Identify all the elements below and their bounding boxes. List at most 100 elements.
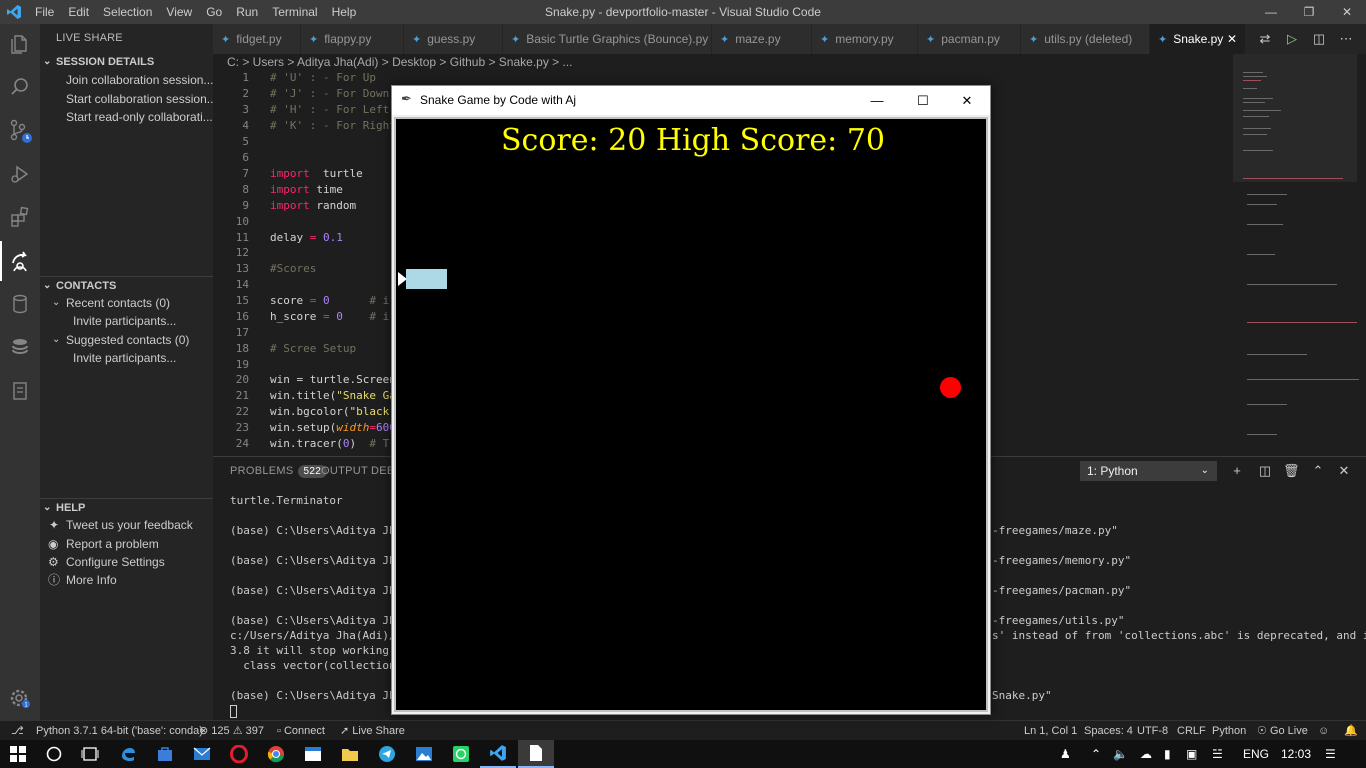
split-editor-icon[interactable]: ◫ (1306, 24, 1332, 54)
mail-icon[interactable] (184, 740, 220, 768)
tab-pacman[interactable]: ✦ pacman.py (918, 24, 1021, 54)
split-terminal-icon[interactable]: ◫ (1257, 463, 1273, 479)
whatsapp-icon[interactable] (443, 740, 479, 768)
invite-participants-suggested[interactable]: Invite participants... (40, 349, 213, 367)
start-session-item[interactable]: Start collaboration session... (40, 90, 213, 108)
volume-icon[interactable]: 🔈 (1113, 740, 1128, 768)
remote-icon[interactable]: ⎇ (11, 721, 24, 741)
python-interpreter[interactable]: Python 3.7.1 64-bit ('base': conda) (36, 721, 203, 741)
extensions-icon[interactable] (0, 197, 40, 237)
minimize-button[interactable]: — (1252, 0, 1290, 24)
snake-close-button[interactable]: ✕ (944, 86, 990, 115)
cursor-position[interactable]: Ln 1, Col 1 (1024, 721, 1077, 741)
action-center-icon[interactable]: ☰ (1325, 740, 1336, 768)
network-icon[interactable]: ☁ (1140, 740, 1152, 768)
tab-maze[interactable]: ✦ maze.py (712, 24, 812, 54)
edge-browser-icon[interactable] (110, 740, 146, 768)
store-icon[interactable] (147, 740, 183, 768)
chrome-icon[interactable] (258, 740, 294, 768)
battery-icon[interactable]: ▮ (1164, 740, 1171, 768)
manage-gear-icon[interactable]: 1 (0, 678, 40, 718)
menu-file[interactable]: File (28, 0, 61, 24)
problems-status[interactable]: ⊗ 125 ⚠ 397 (199, 721, 264, 741)
wifi-icon[interactable]: ☱ (1212, 740, 1223, 768)
tab-problems[interactable]: PROBLEMS 522 (230, 465, 328, 478)
contacts-section[interactable]: ⌄ CONTACTS (40, 276, 213, 294)
remote-explorer-icon[interactable] (0, 371, 40, 411)
input-language[interactable]: ENG (1243, 740, 1269, 768)
breadcrumb[interactable]: C: > Users > Aditya Jha(Adi) > Desktop >… (213, 54, 1233, 70)
configure-settings-item[interactable]: ⚙ Configure Settings (40, 553, 213, 571)
go-live[interactable]: ☉ Go Live (1257, 721, 1308, 741)
snake-window-title-bar[interactable]: ✒ Snake Game by Code with Aj — ☐ ✕ (392, 86, 990, 115)
tab-output[interactable]: OUTPUT (321, 465, 368, 477)
show-hidden-icons[interactable]: ⌃ (1091, 740, 1101, 768)
restore-button[interactable]: ❐ (1290, 0, 1328, 24)
display-icon[interactable]: ▣ (1186, 740, 1197, 768)
minimap[interactable] (1233, 54, 1366, 456)
opera-icon[interactable] (221, 740, 257, 768)
search-icon[interactable] (0, 67, 40, 107)
vscode-taskbar-icon[interactable] (480, 740, 516, 768)
more-info-item[interactable]: ⓘ More Info (40, 571, 213, 589)
more-actions-icon[interactable]: ⋯ (1333, 24, 1359, 54)
menu-help[interactable]: Help (325, 0, 364, 24)
tab-basic-turtle-graphics[interactable]: ✦ Basic Turtle Graphics (Bounce).py (503, 24, 712, 54)
notifications-bell-icon[interactable]: 🔔 (1344, 721, 1358, 741)
start-readonly-session-item[interactable]: Start read-only collaborati... (40, 108, 213, 126)
end-of-line[interactable]: CRLF (1177, 721, 1206, 741)
language-mode[interactable]: Python (1212, 721, 1246, 741)
app-window-icon[interactable] (295, 740, 331, 768)
source-control-icon[interactable] (0, 111, 40, 151)
photos-icon[interactable] (406, 740, 442, 768)
feedback-icon[interactable]: ☺ (1318, 721, 1329, 741)
menu-edit[interactable]: Edit (61, 0, 96, 24)
indentation[interactable]: Spaces: 4 (1084, 721, 1133, 741)
trash-icon[interactable]: 🗑 (1283, 463, 1300, 479)
tweet-feedback-item[interactable]: ✦ Tweet us your feedback (40, 516, 213, 534)
tab-snake[interactable]: ✦ Snake.py ✕ (1150, 24, 1246, 54)
terminal-select[interactable]: 1: Python ⌄ (1080, 461, 1217, 481)
python-turtle-taskbar-icon[interactable] (518, 740, 554, 768)
telegram-icon[interactable] (369, 740, 405, 768)
menu-terminal[interactable]: Terminal (265, 0, 324, 24)
help-section[interactable]: ⌄ HELP (40, 498, 213, 516)
menu-selection[interactable]: Selection (96, 0, 159, 24)
database-icon[interactable] (0, 284, 40, 324)
encoding[interactable]: UTF-8 (1137, 721, 1168, 741)
tab-flappy[interactable]: ✦ flappy.py (301, 24, 404, 54)
menu-run[interactable]: Run (229, 0, 265, 24)
game-canvas[interactable]: Score: 20 High Score: 70 (394, 117, 988, 712)
invite-participants-recent[interactable]: Invite participants... (40, 312, 213, 330)
explorer-icon[interactable] (0, 24, 40, 64)
tab-guess[interactable]: ✦ guess.py (404, 24, 503, 54)
live-share-status[interactable]: ➚ Live Share (340, 721, 405, 741)
minimap-slider[interactable] (1233, 54, 1357, 182)
close-tab-icon[interactable]: ✕ (1227, 32, 1237, 46)
snake-maximize-button[interactable]: ☐ (900, 86, 946, 115)
cortana-search-icon[interactable] (36, 740, 72, 768)
menu-go[interactable]: Go (199, 0, 229, 24)
task-view-icon[interactable] (72, 740, 108, 768)
snake-minimize-button[interactable]: — (854, 86, 900, 115)
suggested-contacts-item[interactable]: ⌄ Suggested contacts (0) (40, 331, 213, 349)
join-session-item[interactable]: Join collaboration session... (40, 71, 213, 89)
storage-icon[interactable] (0, 327, 40, 367)
clock[interactable]: 12:03 (1281, 740, 1311, 768)
menu-view[interactable]: View (159, 0, 199, 24)
run-debug-icon[interactable] (0, 154, 40, 194)
report-problem-item[interactable]: ◉ Report a problem (40, 535, 213, 553)
new-terminal-icon[interactable]: + (1229, 463, 1245, 479)
close-panel-icon[interactable]: ✕ (1336, 463, 1352, 479)
live-share-icon[interactable] (0, 241, 40, 281)
file-explorer-icon[interactable] (332, 740, 368, 768)
close-button[interactable]: ✕ (1328, 0, 1366, 24)
tab-memory[interactable]: ✦ memory.py (812, 24, 918, 54)
compare-changes-icon[interactable]: ⇄ (1252, 24, 1278, 54)
run-file-icon[interactable]: ▷ (1279, 24, 1305, 54)
connect-status[interactable]: ▫ Connect (277, 721, 325, 741)
people-icon[interactable]: ♟ (1060, 740, 1071, 768)
windows-start-icon[interactable] (0, 740, 36, 768)
tab-fidget[interactable]: ✦ fidget.py (213, 24, 301, 54)
maximize-panel-icon[interactable]: ⌃ (1310, 463, 1326, 479)
